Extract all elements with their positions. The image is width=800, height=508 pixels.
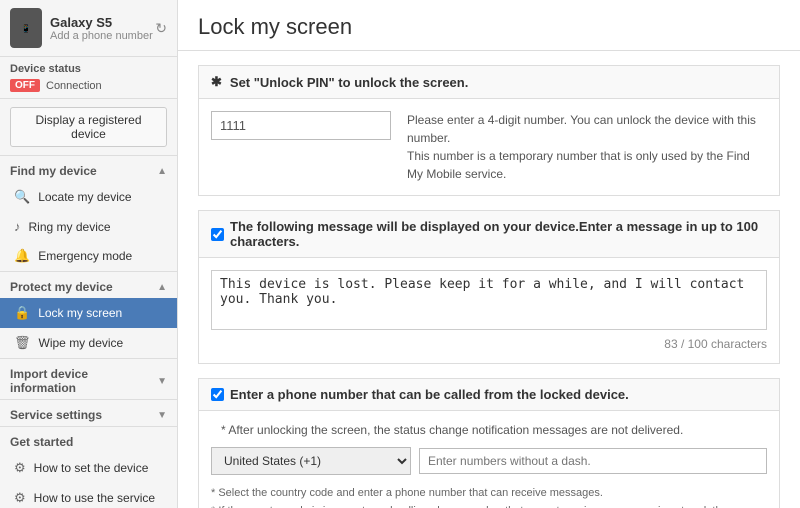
phone-section-body: * After unlocking the screen, the status…: [199, 411, 779, 508]
message-checkbox-label[interactable]: The following message will be displayed …: [211, 219, 767, 249]
device-name: Galaxy S5: [50, 15, 153, 30]
sidebar-item-lock[interactable]: 🔒 Lock my screen: [0, 298, 177, 328]
find-section-header: Find my device ▲: [0, 156, 177, 182]
sidebar-item-emergency[interactable]: 🔔 Emergency mode: [0, 241, 177, 271]
wipe-icon: 🗑: [14, 335, 31, 351]
message-section: The following message will be displayed …: [198, 210, 780, 364]
chevron-up-icon-protect: ▲: [157, 282, 167, 293]
find-my-device-section: Find my device ▲ 🔍 Locate my device ♪ Ri…: [0, 155, 177, 271]
device-status-label: Device status: [10, 63, 167, 75]
device-info: 📱 Galaxy S5 Add a phone number: [10, 8, 153, 48]
main-content: Lock my screen ✱ Set "Unlock PIN" to unl…: [178, 0, 800, 508]
ring-icon: ♪: [14, 219, 21, 234]
phone-section: Enter a phone number that can be called …: [198, 378, 780, 508]
sidebar-item-wipe[interactable]: 🗑 Wipe my device: [0, 328, 177, 358]
connection-text: Connection: [46, 80, 102, 92]
get-started-header: Get started: [0, 427, 177, 453]
lock-icon: 🔒: [14, 305, 30, 321]
sidebar-item-how-use[interactable]: ⚙ How to use the service: [0, 483, 177, 508]
display-device-button[interactable]: Display a registered device: [10, 107, 167, 147]
phone-section-header: Enter a phone number that can be called …: [199, 379, 779, 411]
refresh-icon[interactable]: ↻: [155, 20, 167, 37]
protect-my-device-section: Protect my device ▲ 🔒 Lock my screen 🗑 W…: [0, 271, 177, 358]
sidebar-item-locate[interactable]: 🔍 Locate my device: [0, 182, 177, 212]
message-section-header: The following message will be displayed …: [199, 211, 779, 258]
main-header: Lock my screen: [178, 0, 800, 51]
sidebar-item-how-set[interactable]: ⚙ How to set the device: [0, 453, 177, 483]
page-title: Lock my screen: [198, 14, 780, 40]
message-checkbox[interactable]: [211, 228, 224, 241]
pin-input[interactable]: [211, 111, 391, 140]
gear-icon-2: ⚙: [14, 490, 26, 506]
import-section-header[interactable]: Import device information ▼: [0, 359, 177, 399]
get-started-section: Get started ⚙ How to set the device ⚙ Ho…: [0, 426, 177, 508]
message-section-body: This device is lost. Please keep it for …: [199, 258, 779, 363]
message-textarea[interactable]: This device is lost. Please keep it for …: [211, 270, 767, 330]
protect-section-header: Protect my device ▲: [0, 272, 177, 298]
chevron-down-icon-service: ▼: [157, 410, 167, 421]
chevron-up-icon: ▲: [157, 166, 167, 177]
char-count: 83 / 100 characters: [211, 337, 767, 351]
asterisk-icon: ✱: [211, 74, 222, 90]
status-badge: OFF: [10, 79, 40, 92]
device-sub: Add a phone number: [50, 30, 153, 42]
phone-checkbox-label[interactable]: Enter a phone number that can be called …: [211, 387, 629, 402]
phone-note: * After unlocking the screen, the status…: [211, 423, 767, 437]
pin-section-body: Please enter a 4-digit number. You can u…: [199, 99, 779, 195]
device-header: 📱 Galaxy S5 Add a phone number ↻: [0, 0, 177, 57]
phone-footnote-2: * If the country code is incorrect or a …: [211, 503, 767, 508]
import-section: Import device information ▼: [0, 358, 177, 399]
device-status: Device status OFF Connection: [0, 57, 177, 99]
phone-number-input[interactable]: [419, 448, 767, 474]
main-body: ✱ Set "Unlock PIN" to unlock the screen.…: [178, 51, 800, 508]
sidebar-item-ring[interactable]: ♪ Ring my device: [0, 212, 177, 241]
phone-icon: 📱: [10, 8, 42, 48]
chevron-down-icon-import: ▼: [157, 376, 167, 387]
phone-footnotes: * Select the country code and enter a ph…: [211, 485, 767, 508]
country-select[interactable]: United States (+1): [211, 447, 411, 475]
service-section-header[interactable]: Service settings ▼: [0, 400, 177, 426]
pin-section-header: ✱ Set "Unlock PIN" to unlock the screen.: [199, 66, 779, 99]
pin-hint: Please enter a 4-digit number. You can u…: [407, 111, 767, 183]
pin-section: ✱ Set "Unlock PIN" to unlock the screen.…: [198, 65, 780, 196]
phone-checkbox[interactable]: [211, 388, 224, 401]
locate-icon: 🔍: [14, 189, 30, 205]
phone-inputs-row: United States (+1): [211, 447, 767, 475]
sidebar: 📱 Galaxy S5 Add a phone number ↻ Device …: [0, 0, 178, 508]
phone-footnote-1: * Select the country code and enter a ph…: [211, 485, 767, 503]
service-section: Service settings ▼: [0, 399, 177, 426]
emergency-icon: 🔔: [14, 248, 30, 264]
gear-icon: ⚙: [14, 460, 26, 476]
